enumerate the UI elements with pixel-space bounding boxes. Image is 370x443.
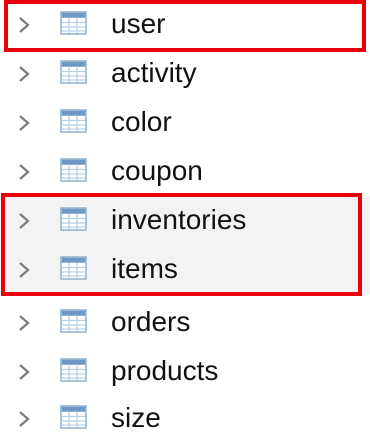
chevron-right-icon[interactable]	[16, 409, 32, 429]
table-icon	[60, 109, 87, 133]
tree-item-label: size	[111, 402, 161, 433]
chevron-right-icon[interactable]	[16, 362, 32, 382]
table-icon	[60, 11, 87, 35]
tree-item-items[interactable]: items	[0, 245, 370, 294]
tree-item-label: inventories	[111, 204, 247, 235]
chevron-right-icon[interactable]	[16, 113, 32, 133]
tree-item-label: color	[111, 106, 172, 137]
tree-item-activity[interactable]: activity	[0, 49, 370, 98]
table-icon	[60, 158, 87, 182]
table-icon	[60, 207, 87, 231]
tree-item-products[interactable]: products	[0, 347, 370, 396]
tree-item-label: user	[111, 8, 166, 39]
tree-item-inventories[interactable]: inventories	[0, 196, 370, 245]
tree-item-color[interactable]: color	[0, 98, 370, 147]
chevron-right-icon[interactable]	[16, 211, 32, 231]
tree-item-label: products	[111, 355, 219, 386]
tree-item-label: orders	[111, 306, 191, 337]
table-icon	[60, 309, 87, 333]
tree-item-label: activity	[111, 57, 197, 88]
chevron-right-icon[interactable]	[16, 313, 32, 333]
table-icon	[60, 60, 87, 84]
chevron-right-icon[interactable]	[16, 162, 32, 182]
table-icon	[60, 405, 87, 429]
chevron-right-icon[interactable]	[16, 15, 32, 35]
tree-item-coupon[interactable]: coupon	[0, 147, 370, 196]
chevron-right-icon[interactable]	[16, 260, 32, 280]
table-tree: user activity color coupon inventories i…	[0, 0, 370, 443]
tree-item-label: items	[111, 253, 178, 284]
tree-item-orders[interactable]: orders	[0, 298, 370, 347]
tree-item-label: coupon	[111, 155, 203, 186]
tree-item-user[interactable]: user	[0, 0, 370, 49]
chevron-right-icon[interactable]	[16, 64, 32, 84]
table-icon	[60, 256, 87, 280]
table-icon	[60, 358, 87, 382]
tree-item-size[interactable]: size	[0, 394, 370, 443]
